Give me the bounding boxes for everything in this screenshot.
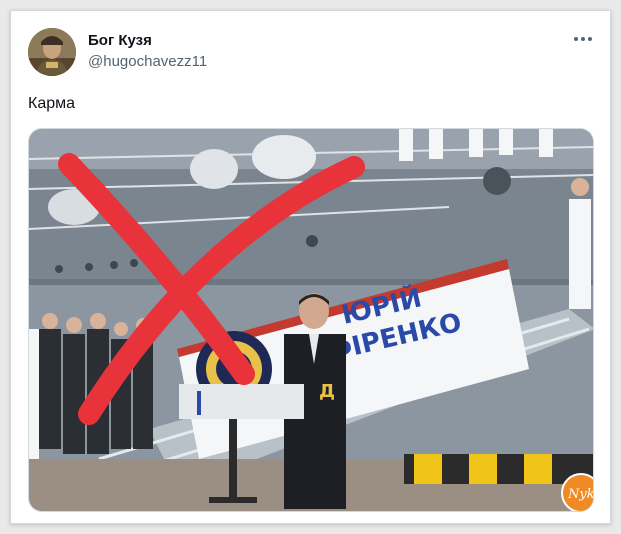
tweet-media-image[interactable]: ЮРІЙ ФІРЕНКО О [28,128,594,512]
tweet-card: Бог Кузя @hugochavezz11 Карма ЮРІЙ ФІРЕН… [10,10,611,524]
photo-ship-ceremony: ЮРІЙ ФІРЕНКО О [29,129,594,511]
more-horizontal-icon[interactable] [572,29,594,49]
user-handle[interactable]: @hugochavezz11 [88,53,207,70]
avatar[interactable] [28,28,76,76]
podium-sign: Д [319,381,335,402]
display-name[interactable]: Бог Кузя [88,32,152,49]
watermark-text: Nyka [567,487,594,502]
tweet-text: Карма [28,95,76,112]
avatar-image [28,28,76,76]
